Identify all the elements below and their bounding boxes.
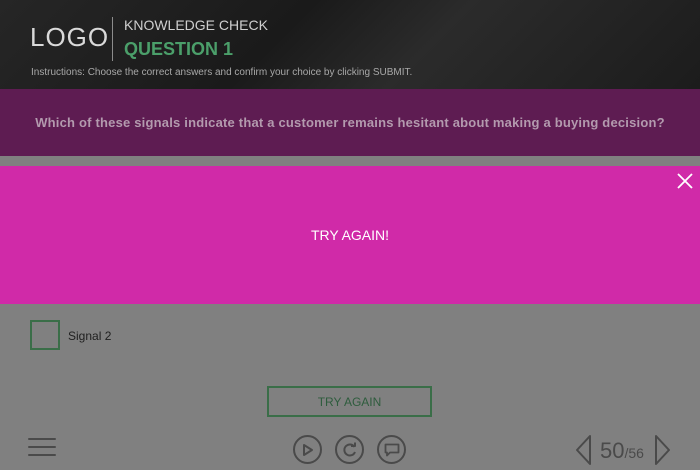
replay-icon	[342, 442, 356, 456]
logo: LOGO	[30, 22, 110, 52]
question-number: QUESTION 1	[124, 39, 234, 59]
question-band: Which of these signals indicate that a c…	[0, 89, 700, 156]
menu-icon[interactable]	[28, 438, 56, 460]
play-button[interactable]	[293, 435, 322, 464]
chat-icon	[384, 443, 399, 456]
chat-button[interactable]	[377, 435, 406, 464]
page-counter: 50/56	[600, 438, 644, 464]
signal-2-checkbox[interactable]	[30, 320, 60, 350]
play-icon	[302, 443, 313, 456]
close-icon[interactable]	[676, 172, 694, 190]
knowledge-check-title: KNOWLEDGE CHECK	[124, 17, 268, 33]
page-current: 50	[600, 438, 625, 463]
feedback-message: TRY AGAIN!	[310, 227, 390, 243]
next-arrow-icon[interactable]	[652, 434, 672, 466]
header: LOGO KNOWLEDGE CHECK QUESTION 1 Instruct…	[0, 0, 700, 89]
feedback-overlay: TRY AGAIN!	[0, 166, 700, 304]
signal-2-label: Signal 2	[68, 329, 112, 343]
page-total: /56	[624, 445, 644, 461]
question-text: Which of these signals indicate that a c…	[35, 115, 665, 130]
instructions-text: Instructions: Choose the correct answers…	[31, 67, 413, 78]
prev-arrow-icon[interactable]	[574, 434, 594, 466]
replay-button[interactable]	[335, 435, 364, 464]
header-divider	[112, 17, 113, 61]
try-again-button[interactable]: TRY AGAIN	[267, 386, 432, 417]
